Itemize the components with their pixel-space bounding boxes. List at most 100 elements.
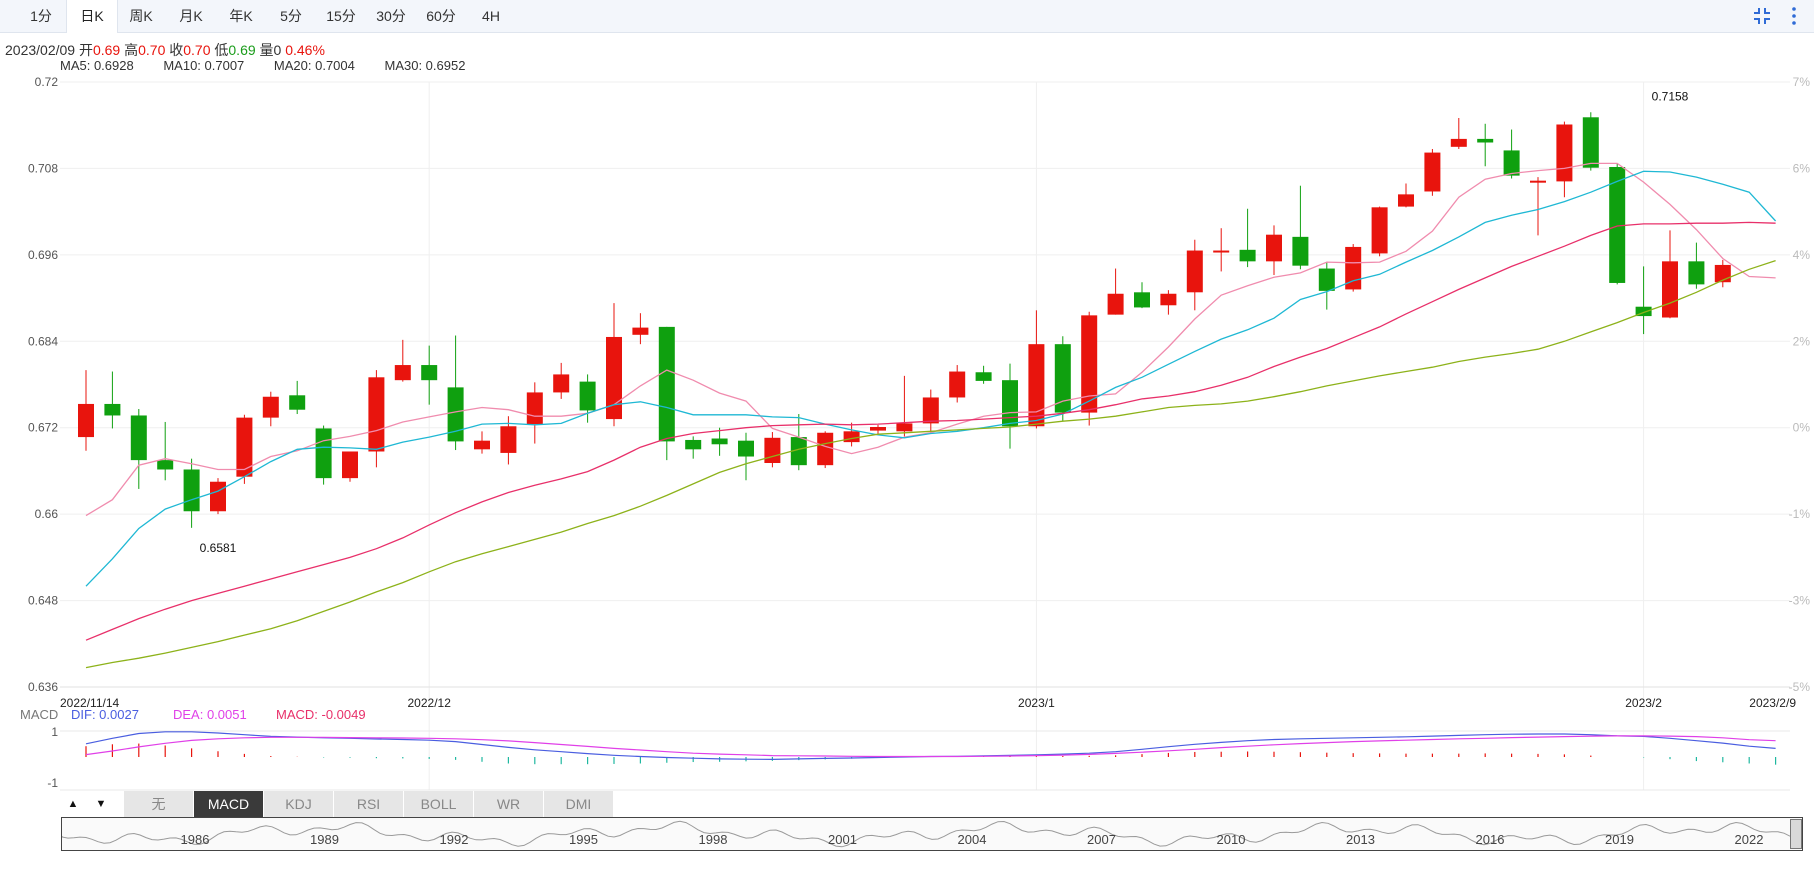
- candle-body: [658, 326, 675, 442]
- scroll-up-button[interactable]: ▲: [60, 791, 86, 817]
- y-tick-label: 0.708: [28, 161, 58, 175]
- candle-body: [1688, 261, 1705, 285]
- ma-line-MA5: [85, 162, 1776, 517]
- candle-body: [1028, 344, 1045, 427]
- x-axis-label: 2022/12: [408, 696, 452, 710]
- indicator-tab-KDJ[interactable]: KDJ: [264, 791, 334, 817]
- x-axis-label: 2023/2: [1625, 696, 1662, 710]
- candle-body: [289, 395, 306, 410]
- candle-body: [949, 371, 966, 398]
- candle-body: [1160, 293, 1177, 306]
- macd-legend-dea: DEA: 0.0051: [173, 707, 247, 722]
- indicator-tab-DMI[interactable]: DMI: [544, 791, 614, 817]
- pct-tick-label: -5%: [1789, 680, 1811, 694]
- candle-body: [1582, 117, 1599, 168]
- candle-body: [236, 417, 253, 477]
- candle-body: [421, 365, 438, 381]
- candle-body: [764, 437, 781, 464]
- macd-legend-title: MACD: [20, 707, 58, 722]
- candle-body: [579, 381, 596, 411]
- candle-body: [685, 439, 702, 450]
- candle-body: [1371, 207, 1388, 254]
- y-tick-label: 0.66: [35, 507, 59, 521]
- indicator-tab-无[interactable]: 无: [124, 791, 194, 817]
- navigator-year-label: 2007: [1087, 832, 1116, 847]
- candle-body: [1556, 124, 1573, 182]
- candle-body: [183, 469, 200, 512]
- candle-body: [210, 481, 226, 512]
- candle-body: [632, 327, 649, 335]
- candle-body: [342, 451, 358, 479]
- candle-body: [526, 392, 543, 425]
- macd-legend-dif: DIF: 0.0027: [71, 707, 139, 722]
- y-tick-label: 0.672: [28, 421, 58, 435]
- indicator-tab-BOLL[interactable]: BOLL: [404, 791, 474, 817]
- extreme-annotation: 0.6581: [200, 541, 237, 555]
- y-tick-label: 0.696: [28, 248, 58, 262]
- navigator-year-label: 2001: [828, 832, 857, 847]
- pct-tick-label: 6%: [1793, 161, 1811, 175]
- candle-body: [553, 374, 570, 393]
- candle-body: [1477, 138, 1494, 143]
- navigator-year-label: 1998: [699, 832, 728, 847]
- time-navigator[interactable]: 1986 1989 1992 1995 1998 2001 2004 2007 2010 2013…: [61, 817, 1803, 851]
- navigator-overview: 1986 1989 1992 1995 1998 2001 2004 2007 2010 2013…: [62, 820, 1791, 848]
- candle-body: [1398, 194, 1414, 207]
- navigator-handle[interactable]: [1790, 819, 1802, 849]
- macd-dea-line: [85, 735, 1776, 758]
- ma-line-MA30: [85, 259, 1776, 669]
- candle-body: [1134, 292, 1150, 308]
- macd-y-tick: -1: [47, 776, 58, 790]
- ma-line-MA10: [85, 170, 1777, 587]
- navigator-year-label: 2010: [1217, 832, 1246, 847]
- candle-body: [1662, 261, 1678, 318]
- indicator-tab-RSI[interactable]: RSI: [334, 791, 404, 817]
- candle-body: [130, 415, 147, 461]
- candle-body: [1266, 234, 1282, 262]
- navigator-year-label: 2022: [1735, 832, 1764, 847]
- indicator-tab-MACD[interactable]: MACD: [194, 791, 264, 817]
- navigator-year-label: 1995: [569, 832, 598, 847]
- macd-dif-line: [85, 731, 1776, 761]
- candle-body: [262, 396, 279, 418]
- pct-tick-label: 2%: [1793, 334, 1811, 348]
- candle-body: [1424, 152, 1441, 192]
- macd-y-tick: 1: [51, 725, 58, 739]
- macd-legend-macd: MACD: -0.0049: [276, 707, 366, 722]
- scroll-down-button[interactable]: ▼: [88, 791, 114, 817]
- x-axis-label: 2023/1: [1018, 696, 1055, 710]
- candle-body: [1107, 293, 1124, 315]
- candle-body: [870, 426, 886, 431]
- navigator-year-label: 1992: [440, 832, 469, 847]
- candle-body: [1318, 268, 1335, 291]
- candle-body: [1503, 150, 1520, 176]
- pct-tick-label: 4%: [1793, 248, 1811, 262]
- candle-body: [315, 428, 332, 479]
- candle-body: [78, 403, 94, 438]
- candle-body: [843, 431, 860, 443]
- navigator-year-label: 2016: [1476, 832, 1505, 847]
- candle-body: [1213, 250, 1230, 253]
- y-tick-label: 0.72: [35, 75, 59, 89]
- candle-body: [1292, 236, 1309, 266]
- candle-body: [1239, 249, 1256, 262]
- candle-body: [896, 423, 913, 432]
- y-tick-label: 0.648: [28, 594, 58, 608]
- navigator-year-label: 1986: [181, 832, 210, 847]
- pct-tick-label: -3%: [1789, 594, 1811, 608]
- y-tick-label: 0.684: [28, 334, 58, 348]
- candle-body: [922, 397, 939, 424]
- x-axis-label: 2023/2/9: [1749, 696, 1796, 710]
- candle-body: [1186, 250, 1203, 293]
- extreme-annotation: 0.7158: [1652, 89, 1689, 103]
- candle-body: [104, 403, 121, 416]
- indicator-tab-WR[interactable]: WR: [474, 791, 544, 817]
- candle-body: [711, 438, 728, 445]
- pct-tick-label: 7%: [1793, 75, 1811, 89]
- candle-body: [368, 377, 385, 452]
- navigator-year-label: 2013: [1346, 832, 1375, 847]
- candle-body: [1530, 180, 1546, 183]
- navigator-year-label: 2004: [958, 832, 987, 847]
- kline-chart[interactable]: 0.72 7% 0.708 6% 0.696 4% 0.684 2% 0.672 0% 0.66 -1…: [0, 0, 1814, 887]
- candle-body: [157, 460, 174, 470]
